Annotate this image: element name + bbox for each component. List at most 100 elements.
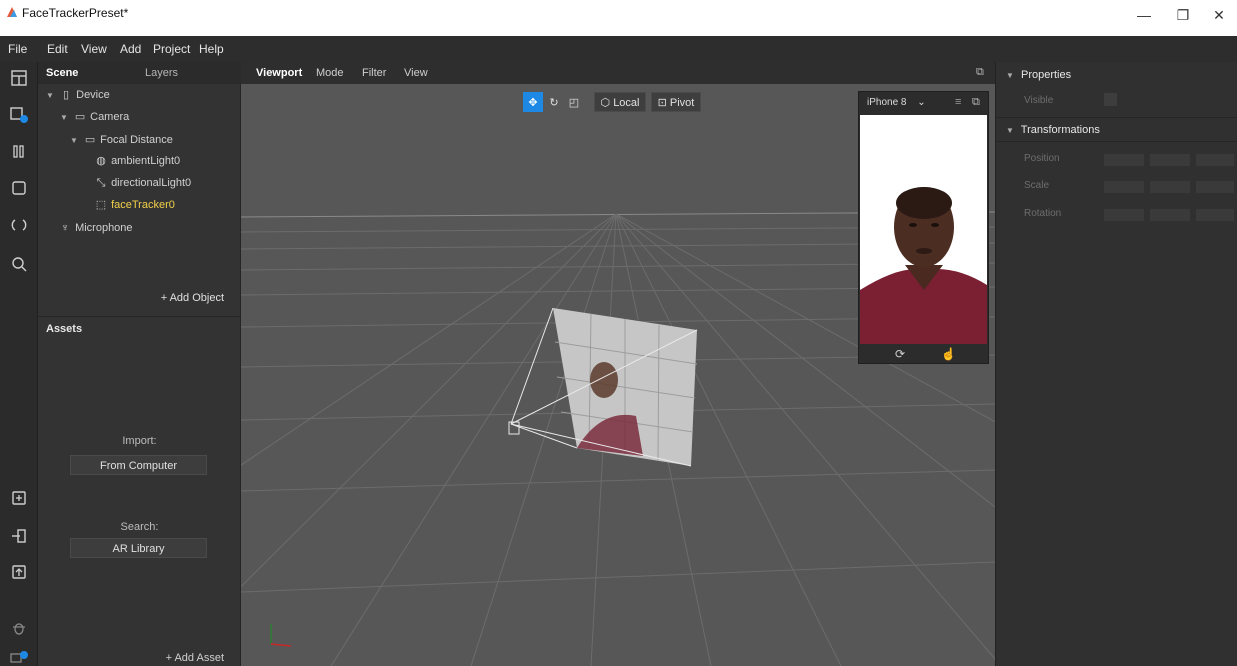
tab-view[interactable]: View bbox=[404, 67, 428, 79]
simulator-controls: ⟳ ☝ bbox=[859, 345, 988, 365]
menu-edit[interactable]: Edit bbox=[47, 42, 68, 56]
rotation-y-field[interactable] bbox=[1150, 209, 1190, 221]
tree-item-label: Focal Distance bbox=[100, 134, 173, 146]
tab-filter[interactable]: Filter bbox=[362, 67, 386, 79]
properties-section-label: Properties bbox=[1020, 69, 1072, 81]
device-select[interactable]: iPhone 8 ⌄ bbox=[867, 97, 926, 108]
ar-library-button[interactable]: AR Library bbox=[70, 538, 207, 558]
tree-item-directional-light[interactable]: ⤡ directionalLight0 bbox=[94, 174, 192, 192]
menu-add[interactable]: Add bbox=[120, 42, 141, 56]
bug-icon[interactable] bbox=[9, 618, 29, 638]
local-button[interactable]: ⬡ Local bbox=[594, 92, 646, 112]
import-label: Import: bbox=[122, 435, 157, 447]
close-button[interactable]: ✕ bbox=[1199, 2, 1237, 28]
face-tracker-icon: ⬚ bbox=[95, 199, 107, 211]
transformations-section-header[interactable]: ▼ Transformations bbox=[1006, 124, 1100, 136]
tab-layers[interactable]: Layers bbox=[145, 67, 178, 79]
refresh-icon[interactable] bbox=[9, 215, 29, 235]
tab-mode[interactable]: Mode bbox=[316, 67, 344, 79]
tree-item-microphone[interactable]: ♆ Microphone bbox=[58, 219, 133, 237]
scale-y-field[interactable] bbox=[1150, 181, 1190, 193]
upload-icon[interactable] bbox=[9, 562, 29, 582]
viewport[interactable]: Viewport Mode Filter View ⧉ ✥ ↻ ◰ ⬡ Loca… bbox=[241, 62, 995, 666]
scale-z-field[interactable] bbox=[1196, 181, 1234, 193]
add-asset-button[interactable]: + Add Asset bbox=[166, 652, 224, 664]
pivot-icon: ⊡ bbox=[657, 97, 667, 109]
search-icon[interactable] bbox=[9, 254, 29, 274]
properties-section-header[interactable]: ▼ Properties bbox=[1006, 69, 1071, 81]
tree-item-device[interactable]: ▼ ▯ Device bbox=[46, 86, 110, 104]
chevron-down-icon[interactable]: ▼ bbox=[46, 87, 56, 105]
rotate-tool-icon[interactable]: ↻ bbox=[545, 92, 563, 112]
title-bar: FaceTrackerPreset* — ❐ ✕ bbox=[0, 0, 1237, 36]
rotation-label: Rotation bbox=[1024, 208, 1062, 219]
touch-icon[interactable]: ☝ bbox=[941, 347, 956, 361]
tab-viewport[interactable]: Viewport bbox=[256, 67, 302, 79]
rotation-x-field[interactable] bbox=[1104, 209, 1144, 221]
visible-checkbox[interactable] bbox=[1104, 93, 1117, 106]
layout-icon[interactable] bbox=[9, 68, 29, 88]
tree-item-focal-distance[interactable]: ▼ ▭ Focal Distance bbox=[70, 131, 173, 149]
switch-camera-icon[interactable]: ⟳ bbox=[895, 347, 905, 361]
scene-panel: Scene Layers ▼ ▯ Device ▼ ▭ Camera ▼ ▭ F… bbox=[38, 62, 241, 316]
window-title: FaceTrackerPreset* bbox=[22, 6, 129, 20]
local-label: Local bbox=[613, 97, 640, 109]
minimize-button[interactable]: — bbox=[1124, 2, 1164, 28]
cube-icon: ⬡ bbox=[600, 97, 611, 109]
tree-item-label: Camera bbox=[90, 111, 130, 123]
position-z-field[interactable] bbox=[1196, 154, 1234, 166]
menu-view[interactable]: View bbox=[81, 42, 107, 56]
chevron-down-icon: ⌄ bbox=[917, 97, 926, 108]
menu-bar: File Edit View Add Project Help bbox=[0, 36, 1237, 62]
pause-icon[interactable] bbox=[9, 142, 29, 162]
pivot-button[interactable]: ⊡ Pivot bbox=[651, 92, 701, 112]
import-folder-icon[interactable] bbox=[9, 488, 29, 508]
position-x-field[interactable] bbox=[1104, 154, 1144, 166]
tree-item-label: faceTracker0 bbox=[111, 199, 175, 211]
import-from-computer-button[interactable]: From Computer bbox=[70, 455, 207, 475]
tab-scene[interactable]: Scene bbox=[46, 67, 78, 79]
simulator-screen[interactable] bbox=[860, 115, 987, 344]
scale-tool-icon[interactable]: ◰ bbox=[565, 92, 583, 112]
add-object-button[interactable]: + Add Object bbox=[161, 292, 224, 304]
tree-item-face-tracker[interactable]: ⬚ faceTracker0 bbox=[94, 196, 175, 214]
menu-file[interactable]: File bbox=[8, 42, 27, 56]
camera-icon: ▭ bbox=[74, 111, 86, 123]
left-toolbar bbox=[0, 62, 38, 666]
tree-item-label: ambientLight0 bbox=[111, 155, 181, 167]
simulator-header: iPhone 8 ⌄ ≡ ⧉ bbox=[859, 92, 988, 114]
chevron-down-icon[interactable]: ▼ bbox=[70, 132, 80, 150]
tree-item-ambient-light[interactable]: ◍ ambientLight0 bbox=[94, 152, 180, 170]
menu-project[interactable]: Project bbox=[153, 42, 190, 56]
tree-item-label: directionalLight0 bbox=[111, 177, 192, 189]
square-icon[interactable] bbox=[9, 178, 29, 198]
chevron-down-icon: ▼ bbox=[1006, 126, 1014, 135]
notification-icon[interactable] bbox=[9, 648, 29, 666]
directional-light-icon: ⤡ bbox=[96, 177, 106, 189]
rotation-z-field[interactable] bbox=[1196, 209, 1234, 221]
ambient-light-icon: ◍ bbox=[96, 155, 106, 167]
properties-panel: ▼ Properties Visible ▼ Transformations P… bbox=[995, 62, 1237, 666]
camera-feed-image bbox=[860, 115, 987, 344]
pivot-label: Pivot bbox=[669, 97, 695, 109]
scale-x-field[interactable] bbox=[1104, 181, 1144, 193]
restore-button[interactable]: ❐ bbox=[1163, 2, 1203, 28]
chevron-down-icon: ▼ bbox=[1006, 71, 1014, 80]
popout-icon[interactable]: ⧉ bbox=[976, 66, 984, 79]
position-label: Position bbox=[1024, 153, 1060, 164]
microphone-icon: ♆ bbox=[60, 222, 70, 234]
menu-icon[interactable]: ≡ bbox=[955, 96, 961, 108]
scene-panel-tabs: Scene Layers bbox=[38, 62, 241, 84]
tree-item-label: Device bbox=[76, 89, 110, 101]
device-label: iPhone 8 bbox=[867, 97, 907, 108]
tree-item-camera[interactable]: ▼ ▭ Camera bbox=[60, 108, 129, 126]
move-tool-icon[interactable]: ✥ bbox=[523, 92, 543, 112]
menu-help[interactable]: Help bbox=[199, 42, 224, 56]
viewport-header: Viewport Mode Filter View ⧉ bbox=[241, 62, 995, 84]
login-icon[interactable] bbox=[9, 526, 29, 546]
chevron-down-icon[interactable]: ▼ bbox=[60, 109, 70, 127]
transformations-section-label: Transformations bbox=[1020, 124, 1100, 136]
scene-camera-icon[interactable] bbox=[9, 104, 29, 124]
position-y-field[interactable] bbox=[1150, 154, 1190, 166]
popout-icon[interactable]: ⧉ bbox=[972, 96, 980, 109]
